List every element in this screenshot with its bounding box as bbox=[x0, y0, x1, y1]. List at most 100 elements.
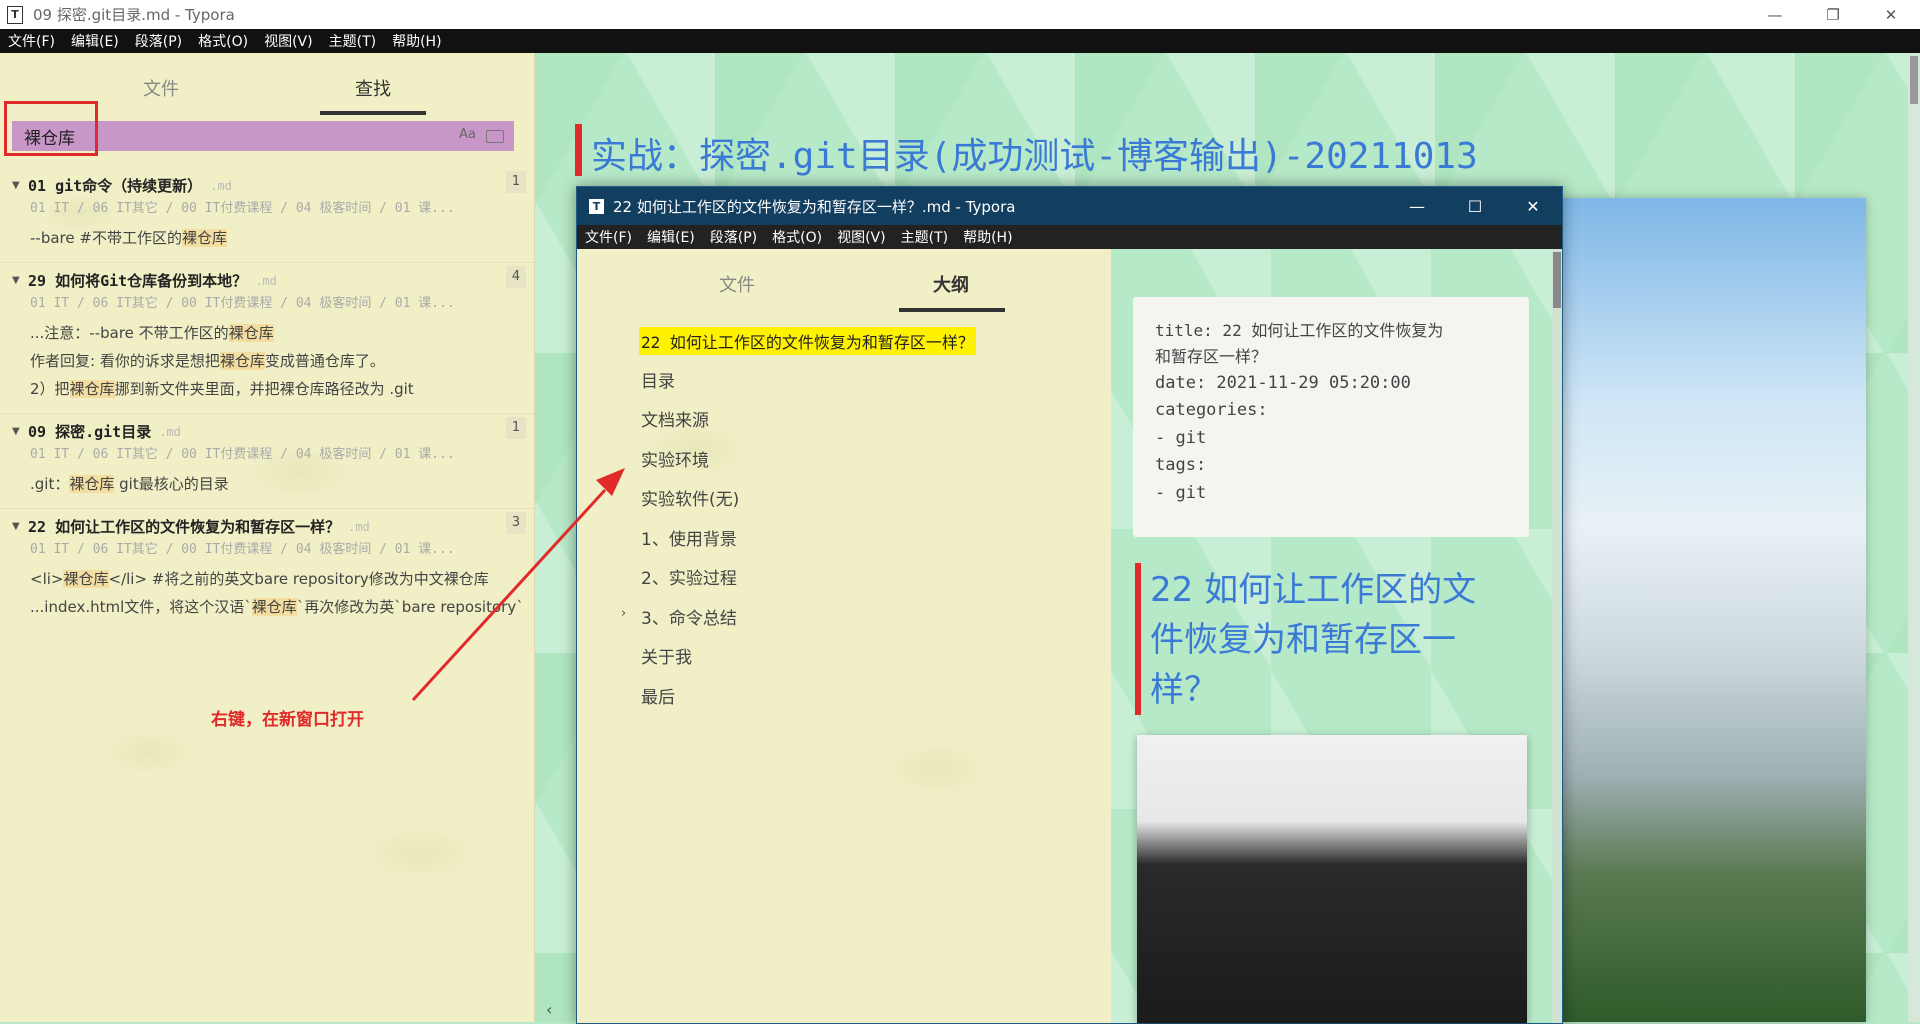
menu-view[interactable]: 视图(V) bbox=[837, 227, 886, 247]
expand-caret-icon[interactable]: ▼ bbox=[12, 275, 28, 286]
restore-button[interactable]: ❐ bbox=[1804, 0, 1862, 29]
minimize-button[interactable]: — bbox=[1388, 187, 1446, 225]
match-text: <li> bbox=[30, 570, 64, 588]
menu-help[interactable]: 帮助(H) bbox=[963, 227, 1012, 247]
match-highlight: 裸仓库 bbox=[63, 570, 109, 588]
menu-theme[interactable]: 主题(T) bbox=[329, 31, 376, 51]
menu-edit[interactable]: 编辑(E) bbox=[71, 31, 119, 51]
front-matter-line: - git bbox=[1155, 428, 1207, 448]
expand-caret-icon[interactable]: ▼ bbox=[12, 426, 28, 437]
menu-edit[interactable]: 编辑(E) bbox=[647, 227, 695, 247]
result-match-line[interactable]: --bare #不带工作区的裸仓库 bbox=[30, 227, 227, 248]
minimize-button[interactable]: — bbox=[1746, 0, 1804, 29]
annotation-text: 右键，在新窗口打开 bbox=[211, 710, 364, 730]
tab-files[interactable]: 文件 bbox=[719, 271, 755, 297]
match-text: 作者回复: 看你的诉求是想把 bbox=[30, 352, 220, 370]
search-options: Aa bbox=[459, 127, 504, 143]
result-divider bbox=[0, 262, 534, 263]
sidebar: 文件 查找 裸仓库 Aa ▼ 01 git命令（持续更新） .md 1 01 I… bbox=[0, 53, 535, 1022]
result-path: 01 IT / 06 IT其它 / 00 IT付费课程 / 04 极客时间 / … bbox=[30, 542, 455, 557]
window-controls: — ❐ ✕ bbox=[1746, 0, 1920, 29]
tab-search[interactable]: 查找 bbox=[355, 75, 391, 101]
match-highlight: 裸仓库 bbox=[69, 475, 115, 493]
window2-document-heading[interactable]: 22 如何让工作区的文件恢复为和暂存区一样？ bbox=[1150, 565, 1510, 715]
document-heading[interactable]: 实战：探密.git目录(成功测试-博客输出)-20211013 bbox=[591, 127, 1478, 179]
result-match-line[interactable]: ...注意：--bare 不带工作区的裸仓库 bbox=[30, 322, 274, 343]
window2-scrollbar[interactable] bbox=[1552, 249, 1562, 1023]
front-matter-block[interactable]: title: 22 如何让工作区的文件恢复为 和暂存区一样？ date: 202… bbox=[1133, 297, 1529, 537]
result-divider bbox=[0, 413, 534, 414]
menu-theme[interactable]: 主题(T) bbox=[901, 227, 948, 247]
active-tab-indicator bbox=[320, 111, 426, 115]
collapse-sidebar-icon[interactable]: ‹ bbox=[546, 1000, 552, 1019]
window2-menu-bar: 文件(F) 编辑(E) 段落(P) 格式(O) 视图(V) 主题(T) 帮助(H… bbox=[577, 225, 1562, 249]
whole-word-icon[interactable] bbox=[486, 130, 504, 143]
match-highlight: 裸仓库 bbox=[69, 380, 115, 398]
chevron-right-icon[interactable]: › bbox=[621, 606, 626, 621]
window2-title-bar: T 22 如何让工作区的文件恢复为和暂存区一样？.md - Typora — ☐… bbox=[577, 187, 1562, 225]
expand-caret-icon[interactable]: ▼ bbox=[12, 180, 28, 191]
window2-scrollbar-thumb[interactable] bbox=[1553, 252, 1561, 308]
front-matter-line: - git bbox=[1155, 483, 1207, 503]
close-button[interactable]: ✕ bbox=[1862, 0, 1920, 29]
outline-item[interactable]: 实验软件(无) bbox=[641, 485, 739, 510]
editor-scrollbar-thumb[interactable] bbox=[1910, 56, 1918, 104]
menu-format[interactable]: 格式(O) bbox=[198, 31, 248, 51]
outline-item[interactable]: 关于我 bbox=[641, 643, 692, 668]
window2-title: 22 如何让工作区的文件恢复为和暂存区一样？.md - Typora bbox=[613, 197, 1016, 216]
result-divider bbox=[0, 508, 534, 509]
menu-help[interactable]: 帮助(H) bbox=[392, 31, 441, 51]
front-matter-line: title: 22 如何让工作区的文件恢复为 bbox=[1155, 321, 1444, 340]
editor-scrollbar[interactable] bbox=[1908, 53, 1920, 1022]
outline-item[interactable]: 文档来源 bbox=[641, 406, 709, 431]
outline-item[interactable]: 实验环境 bbox=[641, 446, 709, 471]
match-count-badge: 1 bbox=[506, 417, 526, 439]
menu-bar: 文件(F) 编辑(E) 段落(P) 格式(O) 视图(V) 主题(T) 帮助(H… bbox=[0, 29, 1920, 53]
result-match-line[interactable]: ...index.html文件，将这个汉语`裸仓库`再次修改为英`bare re… bbox=[30, 596, 524, 617]
match-text: ...注意：--bare 不带工作区的 bbox=[30, 324, 229, 342]
result-title: 09 探密.git目录 bbox=[28, 423, 152, 441]
result-match-line[interactable]: 2）把裸仓库挪到新文件夹里面，并把裸仓库路径改为 .git bbox=[30, 378, 414, 399]
window2-controls: — ☐ ✕ bbox=[1388, 187, 1562, 225]
match-text: 变成普通仓库了。 bbox=[264, 352, 385, 370]
close-button[interactable]: ✕ bbox=[1504, 187, 1562, 225]
outline-item[interactable]: 22 如何让工作区的文件恢复为和暂存区一样？ bbox=[639, 327, 976, 355]
outline-item[interactable]: 3、命令总结 bbox=[641, 604, 737, 629]
result-header: ▼ 29 如何将Git仓库备份到本地？ .md bbox=[12, 270, 277, 291]
window2-sidebar: 文件 大纲 22 如何让工作区的文件恢复为和暂存区一样？ 目录 文档来源 实验环… bbox=[577, 249, 1111, 1023]
menu-paragraph[interactable]: 段落(P) bbox=[710, 227, 757, 247]
typora-app-icon: T bbox=[589, 198, 604, 214]
front-matter-line: categories: bbox=[1155, 400, 1268, 420]
match-text: 2）把 bbox=[30, 380, 70, 398]
result-extension: .md bbox=[348, 519, 370, 534]
case-sensitive-toggle[interactable]: Aa bbox=[459, 127, 476, 143]
expand-caret-icon[interactable]: ▼ bbox=[12, 521, 28, 532]
result-match-line[interactable]: .git：裸仓库 git最核心的目录 bbox=[30, 473, 229, 494]
result-match-line[interactable]: 作者回复: 看你的诉求是想把裸仓库变成普通仓库了。 bbox=[30, 350, 385, 371]
window-title: 09 探密.git目录.md - Typora bbox=[33, 6, 235, 24]
maximize-button[interactable]: ☐ bbox=[1446, 187, 1504, 225]
tab-files[interactable]: 文件 bbox=[143, 75, 179, 101]
front-matter-line: 和暂存区一样？ bbox=[1155, 347, 1268, 366]
match-text: `再次修改为英`bare repository` bbox=[296, 598, 524, 616]
match-text: git最核心的目录 bbox=[114, 475, 229, 493]
tab-outline[interactable]: 大纲 bbox=[933, 271, 969, 297]
result-header: ▼ 22 如何让工作区的文件恢复为和暂存区一样？ .md bbox=[12, 516, 370, 537]
menu-view[interactable]: 视图(V) bbox=[264, 31, 313, 51]
outline-item[interactable]: 2、实验过程 bbox=[641, 564, 737, 589]
menu-file[interactable]: 文件(F) bbox=[8, 31, 55, 51]
document-photo bbox=[1137, 735, 1527, 1023]
menu-file[interactable]: 文件(F) bbox=[585, 227, 632, 247]
outline-item[interactable]: 1、使用背景 bbox=[641, 525, 737, 550]
active-tab-indicator bbox=[899, 308, 1005, 312]
menu-format[interactable]: 格式(O) bbox=[772, 227, 822, 247]
menu-paragraph[interactable]: 段落(P) bbox=[135, 31, 182, 51]
result-extension: .md bbox=[159, 424, 181, 439]
typora-app-icon: T bbox=[7, 5, 23, 24]
result-title: 29 如何将Git仓库备份到本地？ bbox=[28, 272, 248, 290]
outline-item[interactable]: 目录 bbox=[641, 367, 675, 392]
result-match-line[interactable]: <li>裸仓库</li> #将之前的英文bare repository修改为中文… bbox=[30, 568, 489, 589]
outline-item[interactable]: 最后 bbox=[641, 683, 675, 708]
match-count-badge: 3 bbox=[506, 512, 526, 534]
title-bar: T 09 探密.git目录.md - Typora — ❐ ✕ bbox=[0, 0, 1920, 29]
